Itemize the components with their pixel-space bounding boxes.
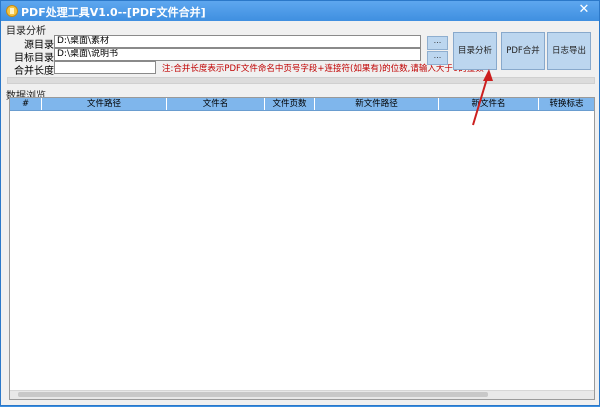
app-icon <box>6 5 18 17</box>
horizontal-scrollbar[interactable] <box>10 390 594 399</box>
browse-source-button[interactable]: ... <box>427 36 448 50</box>
merge-length-label: 合并长度 <box>14 66 54 77</box>
pdf-merge-button[interactable]: PDF合并 <box>501 32 545 70</box>
col-page-count[interactable]: 文件页数 <box>265 98 315 110</box>
col-file-name[interactable]: 文件名 <box>167 98 265 110</box>
export-log-button[interactable]: 日志导出 <box>547 32 591 70</box>
app-window: PDF处理工具V1.0--[PDF文件合并] ✕ 目录分析 源目录 D:\桌面\… <box>0 0 600 406</box>
target-dir-input[interactable]: D:\桌面\说明书 <box>54 48 421 61</box>
browse-target-button[interactable]: ... <box>427 51 448 65</box>
col-new-file-path[interactable]: 新文件路径 <box>315 98 439 110</box>
col-convert-flag[interactable]: 转换标志 <box>539 98 594 110</box>
dir-group-label: 目录分析 <box>6 26 46 37</box>
source-dir-input[interactable]: D:\桌面\素材 <box>54 35 421 48</box>
window-title: PDF处理工具V1.0--[PDF文件合并] <box>21 6 206 19</box>
col-new-file-name[interactable]: 新文件名 <box>439 98 539 110</box>
title-bar[interactable]: PDF处理工具V1.0--[PDF文件合并] ✕ <box>1 1 599 21</box>
col-file-path[interactable]: 文件路径 <box>42 98 167 110</box>
group-separator <box>7 77 595 84</box>
analyze-dir-button[interactable]: 目录分析 <box>453 32 497 70</box>
close-icon[interactable]: ✕ <box>575 2 593 19</box>
col-index[interactable]: # <box>10 98 42 110</box>
scrollbar-thumb[interactable] <box>18 392 488 397</box>
data-grid[interactable]: # 文件路径 文件名 文件页数 新文件路径 新文件名 转换标志 <box>9 97 595 400</box>
merge-length-input[interactable] <box>54 61 156 74</box>
grid-header: # 文件路径 文件名 文件页数 新文件路径 新文件名 转换标志 <box>10 98 594 111</box>
